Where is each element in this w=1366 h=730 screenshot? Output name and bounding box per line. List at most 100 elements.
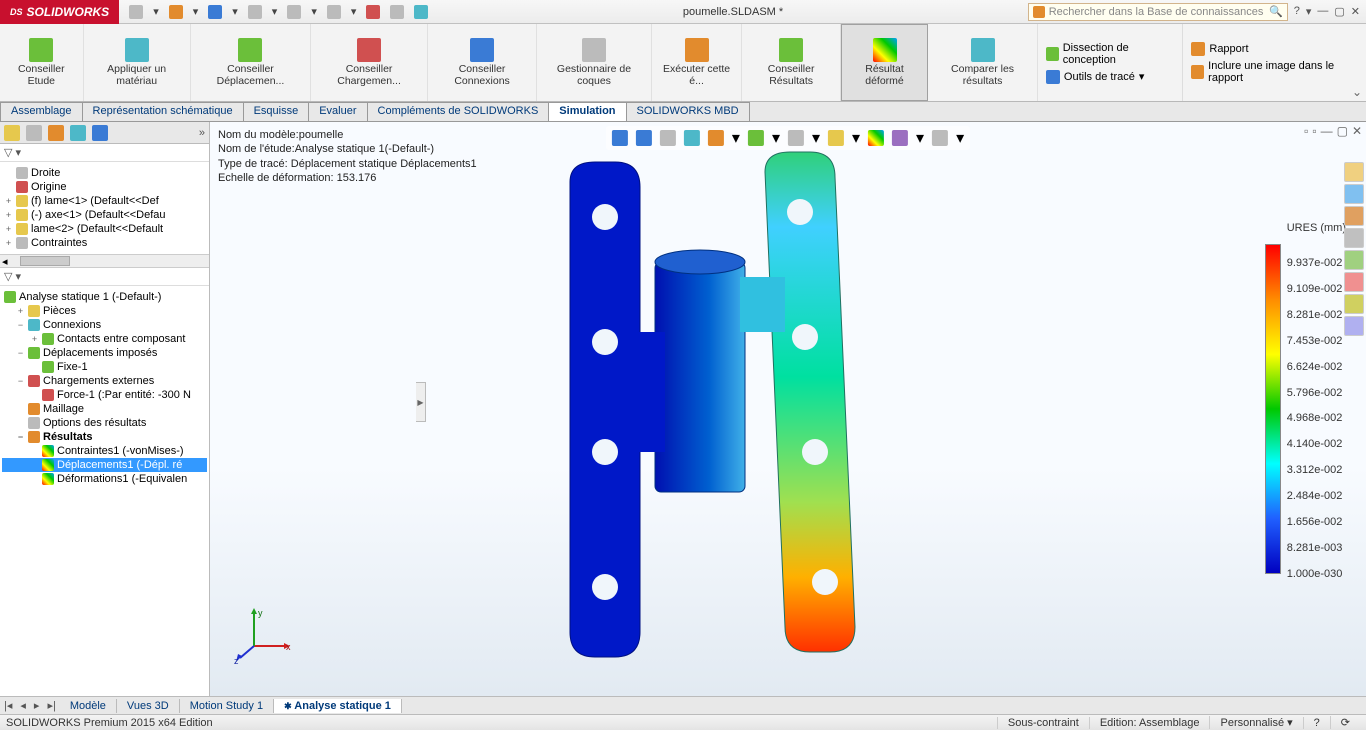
sim-fixed1[interactable]: Fixe-1 bbox=[2, 360, 207, 374]
undo-icon[interactable] bbox=[287, 5, 301, 19]
tree-mates[interactable]: +Contraintes bbox=[2, 236, 207, 250]
tree-hscroll[interactable]: ◂ bbox=[0, 254, 209, 268]
ribbon-design-dissection[interactable]: Dissection de conception bbox=[1046, 42, 1175, 66]
btab-model[interactable]: Modèle bbox=[60, 699, 117, 713]
home-icon[interactable] bbox=[1344, 162, 1364, 182]
btab-static-study[interactable]: ✱ Analyse statique 1 bbox=[274, 699, 402, 713]
sim-loads[interactable]: −Chargements externes bbox=[2, 374, 207, 388]
ribbon-run[interactable]: Exécuter cette é... bbox=[652, 24, 743, 101]
explorer-icon[interactable] bbox=[1344, 228, 1364, 248]
knowledge-search[interactable]: Rechercher dans la Base de connaissances… bbox=[1028, 3, 1288, 21]
ribbon: Conseiller Etude Appliquer un matériau C… bbox=[0, 24, 1366, 102]
panel-expand-icon[interactable]: » bbox=[199, 127, 205, 139]
print-icon[interactable] bbox=[248, 5, 262, 19]
ribbon-compare-results[interactable]: Comparer les résultats bbox=[928, 24, 1038, 101]
btab-motion[interactable]: Motion Study 1 bbox=[180, 699, 274, 713]
help-icon[interactable]: ? bbox=[1294, 5, 1300, 18]
ribbon-results-advisor[interactable]: Conseiller Résultats bbox=[742, 24, 841, 101]
resources-icon[interactable] bbox=[1344, 184, 1364, 204]
custom-props-icon[interactable] bbox=[1344, 294, 1364, 314]
tree-part-axe1[interactable]: +(-) axe<1> (Default<<Defau bbox=[2, 208, 207, 222]
options-icon[interactable] bbox=[390, 5, 404, 19]
tab-layout[interactable]: Représentation schématique bbox=[82, 102, 244, 121]
appearances-icon[interactable] bbox=[1344, 272, 1364, 292]
sim-contacts[interactable]: +Contacts entre composant bbox=[2, 332, 207, 346]
color-legend: URES (mm) 9.937e-002 9.109e-002 8.281e-0… bbox=[1287, 222, 1346, 580]
doc-ctrl-icon[interactable]: ▫ bbox=[1304, 124, 1308, 138]
docprops-icon[interactable] bbox=[414, 5, 428, 19]
sim-force1[interactable]: Force-1 (:Par entité: -300 N bbox=[2, 388, 207, 402]
rebuild-icon[interactable] bbox=[366, 5, 380, 19]
sim-parts[interactable]: +Pièces bbox=[2, 304, 207, 318]
plot-icon bbox=[42, 445, 54, 457]
sim-fixtures[interactable]: −Déplacements imposés bbox=[2, 346, 207, 360]
flyout-handle[interactable]: ▶ bbox=[416, 382, 426, 422]
status-units[interactable]: Personnalisé ▾ bbox=[1209, 716, 1302, 729]
sim-mesh[interactable]: Maillage bbox=[2, 402, 207, 416]
ribbon-fixture-advisor[interactable]: Conseiller Déplacemen... bbox=[191, 24, 311, 101]
ribbon-apply-material[interactable]: Appliquer un matériau bbox=[84, 24, 191, 101]
restore-icon[interactable]: ▢ bbox=[1334, 5, 1344, 18]
tab-assembly[interactable]: Assemblage bbox=[0, 102, 83, 121]
library-icon[interactable] bbox=[1344, 206, 1364, 226]
orientation-triad[interactable]: xyz bbox=[234, 606, 294, 666]
tab-simulation[interactable]: Simulation bbox=[548, 102, 626, 121]
tab-nav-next[interactable]: ▸ bbox=[30, 699, 44, 712]
tab-nav-prev[interactable]: ◂ bbox=[16, 699, 30, 712]
ribbon-shell-manager[interactable]: Gestionnaire de coques bbox=[537, 24, 652, 101]
document-title: poumelle.SLDASM * bbox=[438, 6, 1027, 18]
sim-study[interactable]: Analyse statique 1 (-Default-) bbox=[2, 290, 207, 304]
dim-tab-icon[interactable] bbox=[70, 125, 86, 141]
ribbon-deformed-result[interactable]: Résultat déformé bbox=[841, 24, 928, 101]
ribbon-expand-icon[interactable]: ⌄ bbox=[1352, 85, 1362, 99]
open-icon[interactable] bbox=[169, 5, 183, 19]
ribbon-study-advisor[interactable]: Conseiller Etude bbox=[0, 24, 84, 101]
doc-ctrl-icon[interactable]: ▫ bbox=[1312, 124, 1316, 138]
ribbon-load-advisor[interactable]: Conseiller Chargemen... bbox=[311, 24, 428, 101]
status-constraint: Sous-contraint bbox=[997, 717, 1089, 729]
save-icon[interactable] bbox=[208, 5, 222, 19]
ribbon-plot-tools[interactable]: Outils de tracé ▾ bbox=[1046, 70, 1144, 84]
sim-plot-strain[interactable]: Déformations1 (-Equivalen bbox=[2, 472, 207, 486]
svg-text:x: x bbox=[286, 642, 291, 652]
ribbon-report[interactable]: Rapport bbox=[1191, 42, 1248, 56]
tree-plane-droite[interactable]: Droite bbox=[2, 166, 207, 180]
sim-result-options[interactable]: Options des résultats bbox=[2, 416, 207, 430]
status-help-icon[interactable]: ? bbox=[1303, 717, 1330, 729]
feature-manager-pane: » ▽ ▾ Droite Origine +(f) lame<1> (Defau… bbox=[0, 122, 210, 696]
sim-results[interactable]: −Résultats bbox=[2, 430, 207, 444]
sim-tree-filter[interactable]: ▽ ▾ bbox=[0, 268, 209, 286]
new-icon[interactable] bbox=[129, 5, 143, 19]
search-icon[interactable]: 🔍 bbox=[1269, 5, 1283, 18]
doc-minimize-icon[interactable]: — bbox=[1321, 124, 1333, 138]
tab-addins[interactable]: Compléments de SOLIDWORKS bbox=[367, 102, 550, 121]
ribbon-include-image[interactable]: Inclure une image dans le rapport bbox=[1191, 60, 1358, 84]
tab-mbd[interactable]: SOLIDWORKS MBD bbox=[626, 102, 750, 121]
tree-part-lame1[interactable]: +(f) lame<1> (Default<<Def bbox=[2, 194, 207, 208]
tree-filter[interactable]: ▽ ▾ bbox=[0, 144, 209, 162]
forum-icon[interactable] bbox=[1344, 316, 1364, 336]
graphics-viewport[interactable]: ▶ Nom du modèle:poumelle Nom de l'étude:… bbox=[210, 122, 1366, 696]
sim-plot-displacement[interactable]: Déplacements1 (-Dépl. ré bbox=[2, 458, 207, 472]
sim-plot-stress[interactable]: Contraintes1 (-vonMises-) bbox=[2, 444, 207, 458]
btab-3dviews[interactable]: Vues 3D bbox=[117, 699, 180, 713]
tab-sketch[interactable]: Esquisse bbox=[243, 102, 310, 121]
select-icon[interactable] bbox=[327, 5, 341, 19]
run-icon bbox=[685, 38, 709, 62]
tab-nav-last[interactable]: ▸| bbox=[43, 699, 59, 712]
tab-nav-first[interactable]: |◂ bbox=[0, 699, 16, 712]
status-rebuild-icon[interactable]: ⟳ bbox=[1330, 716, 1360, 729]
sim-connections[interactable]: −Connexions bbox=[2, 318, 207, 332]
minimize-icon[interactable]: — bbox=[1317, 5, 1328, 18]
feature-tree-tab-icon[interactable] bbox=[4, 125, 20, 141]
tab-evaluate[interactable]: Evaluer bbox=[308, 102, 367, 121]
display-tab-icon[interactable] bbox=[92, 125, 108, 141]
ribbon-connection-advisor[interactable]: Conseiller Connexions bbox=[428, 24, 537, 101]
tree-part-lame2[interactable]: +lame<2> (Default<<Default bbox=[2, 222, 207, 236]
property-tab-icon[interactable] bbox=[26, 125, 42, 141]
view-palette-icon[interactable] bbox=[1344, 250, 1364, 270]
simulation-tree: Analyse statique 1 (-Default-) +Pièces −… bbox=[0, 286, 209, 696]
tree-origine[interactable]: Origine bbox=[2, 180, 207, 194]
config-tab-icon[interactable] bbox=[48, 125, 64, 141]
close-icon[interactable]: ✕ bbox=[1351, 5, 1360, 18]
